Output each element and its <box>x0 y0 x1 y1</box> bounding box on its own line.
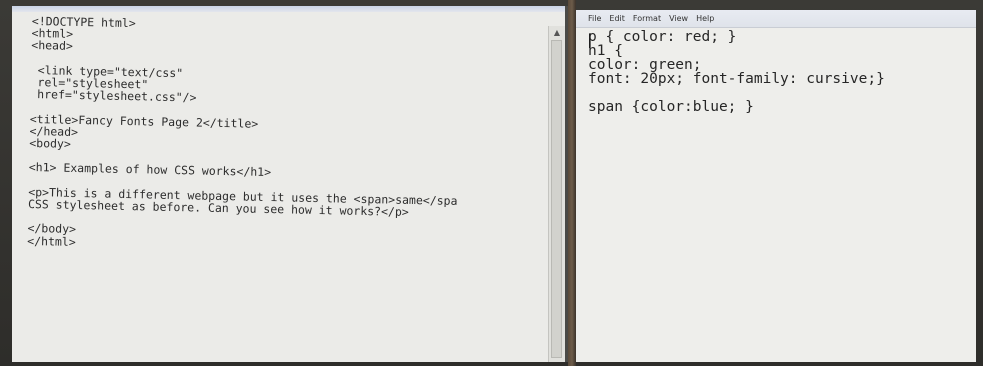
photo-of-screen: <!DOCTYPE html> <html> <head> <link type… <box>0 0 983 366</box>
html-code-text[interactable]: <!DOCTYPE html> <html> <head> <link type… <box>27 14 542 257</box>
menu-view[interactable]: View <box>669 14 688 23</box>
scroll-up-icon[interactable]: ▲ <box>552 28 562 38</box>
title-bar <box>12 6 565 12</box>
menu-edit[interactable]: Edit <box>609 14 625 23</box>
notepad-window: File Edit Format View Help p { color: re… <box>576 10 976 362</box>
css-code-text[interactable]: p { color: red; } h1 { color: green; fon… <box>588 30 968 115</box>
menu-bar: File Edit Format View Help <box>576 10 976 28</box>
scrollbar-thumb[interactable] <box>551 40 562 358</box>
menu-format[interactable]: Format <box>633 14 661 23</box>
menu-file[interactable]: File <box>588 14 601 23</box>
window-divider <box>568 0 576 366</box>
vertical-scrollbar[interactable]: ▲ <box>548 26 565 362</box>
menu-help[interactable]: Help <box>696 14 714 23</box>
html-editor-window: <!DOCTYPE html> <html> <head> <link type… <box>12 6 568 362</box>
